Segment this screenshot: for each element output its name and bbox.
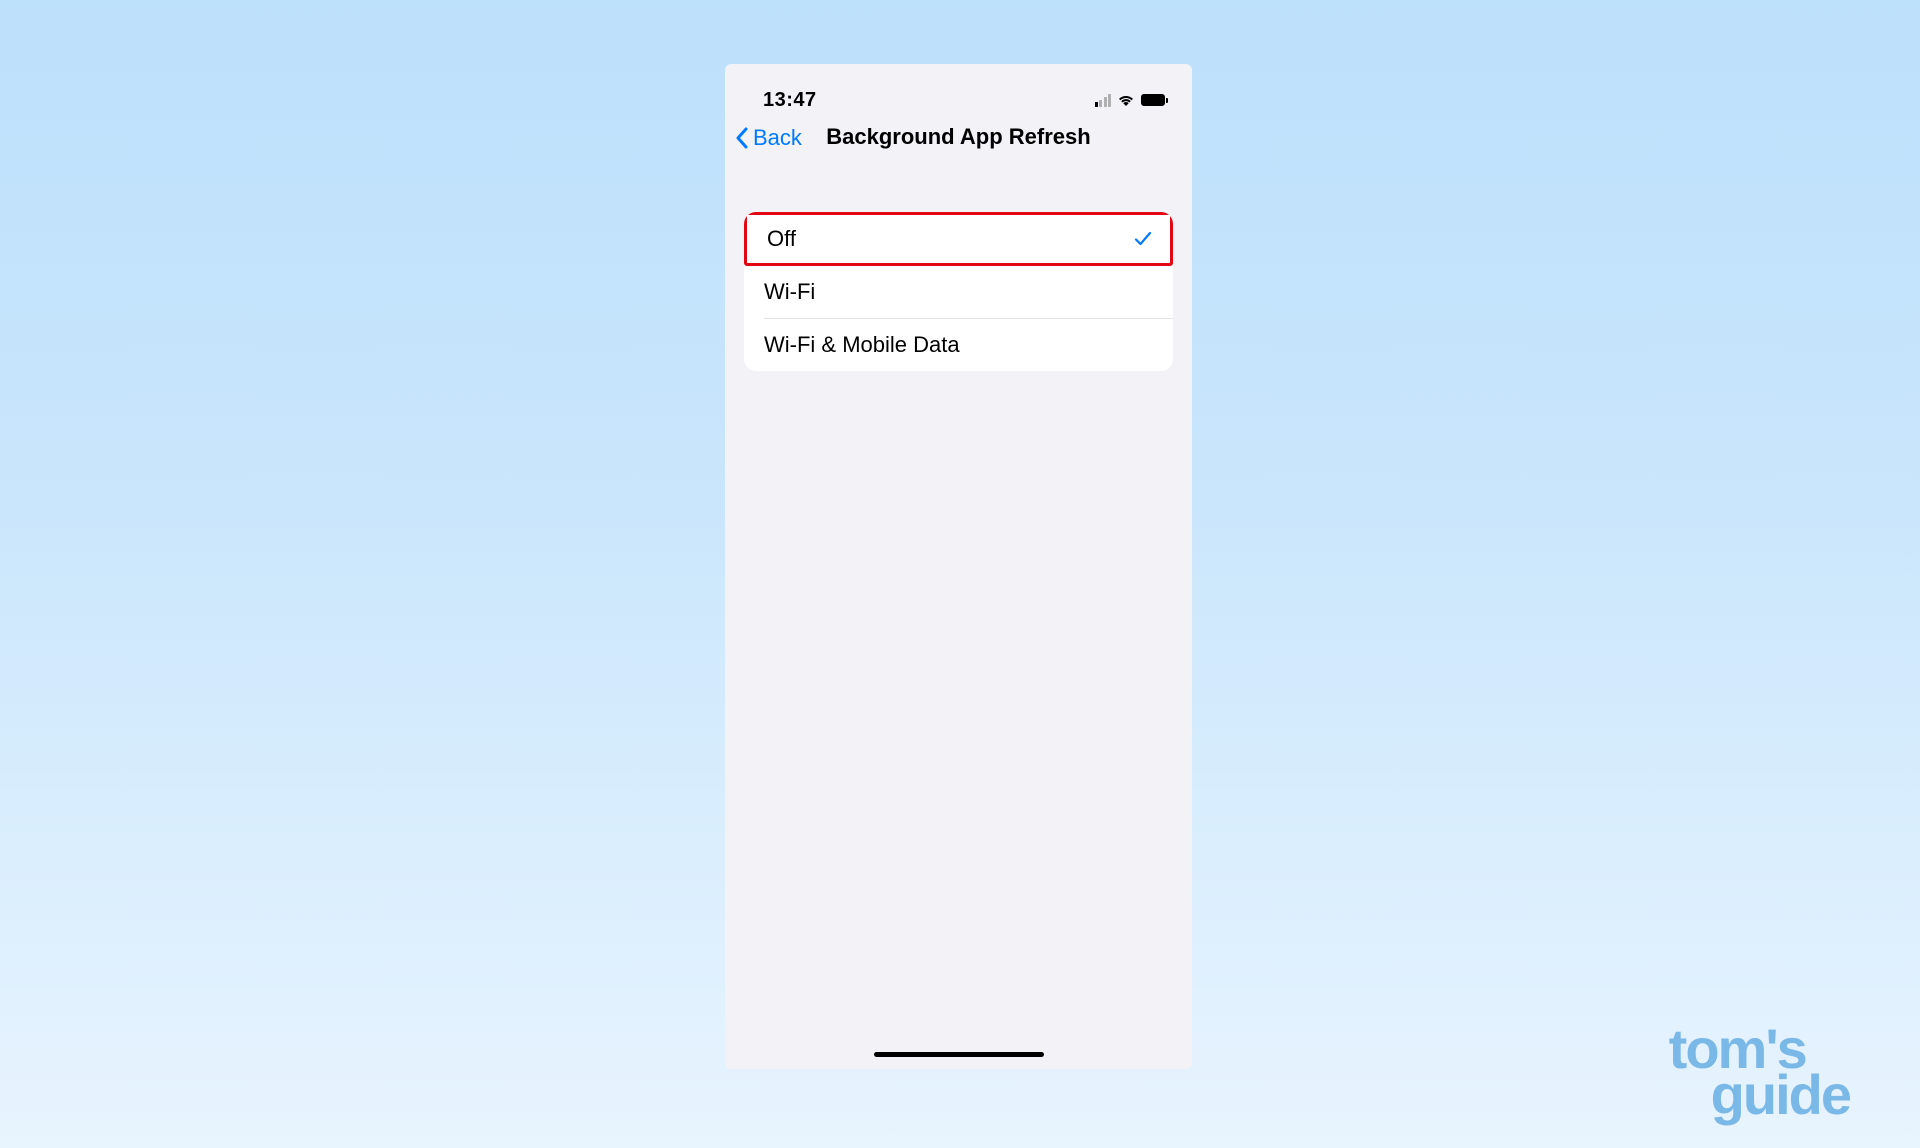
phone-screenshot-frame: 13:47 [725, 64, 1192, 1069]
back-label: Back [753, 125, 802, 151]
options-list: Off Wi-Fi Wi-Fi & Mobile Data [744, 212, 1173, 371]
chevron-left-icon [735, 127, 749, 149]
cellular-signal-icon [1095, 94, 1112, 107]
home-indicator[interactable] [874, 1052, 1044, 1057]
back-button[interactable]: Back [735, 125, 802, 151]
option-off[interactable]: Off [744, 212, 1173, 266]
option-label: Wi-Fi & Mobile Data [764, 332, 960, 358]
status-icons [1095, 93, 1169, 107]
option-wifi-mobile-data[interactable]: Wi-Fi & Mobile Data [744, 319, 1173, 371]
option-label: Wi-Fi [764, 279, 815, 305]
status-bar: 13:47 [725, 64, 1192, 114]
navigation-header: Back Background App Refresh [725, 114, 1192, 162]
checkmark-icon [1134, 230, 1152, 248]
option-label: Off [767, 226, 796, 252]
status-time: 13:47 [763, 89, 817, 112]
wifi-icon [1117, 93, 1135, 107]
option-wifi[interactable]: Wi-Fi [744, 266, 1173, 318]
toms-guide-watermark: tom's guide [1669, 1026, 1850, 1118]
battery-icon [1141, 94, 1168, 106]
